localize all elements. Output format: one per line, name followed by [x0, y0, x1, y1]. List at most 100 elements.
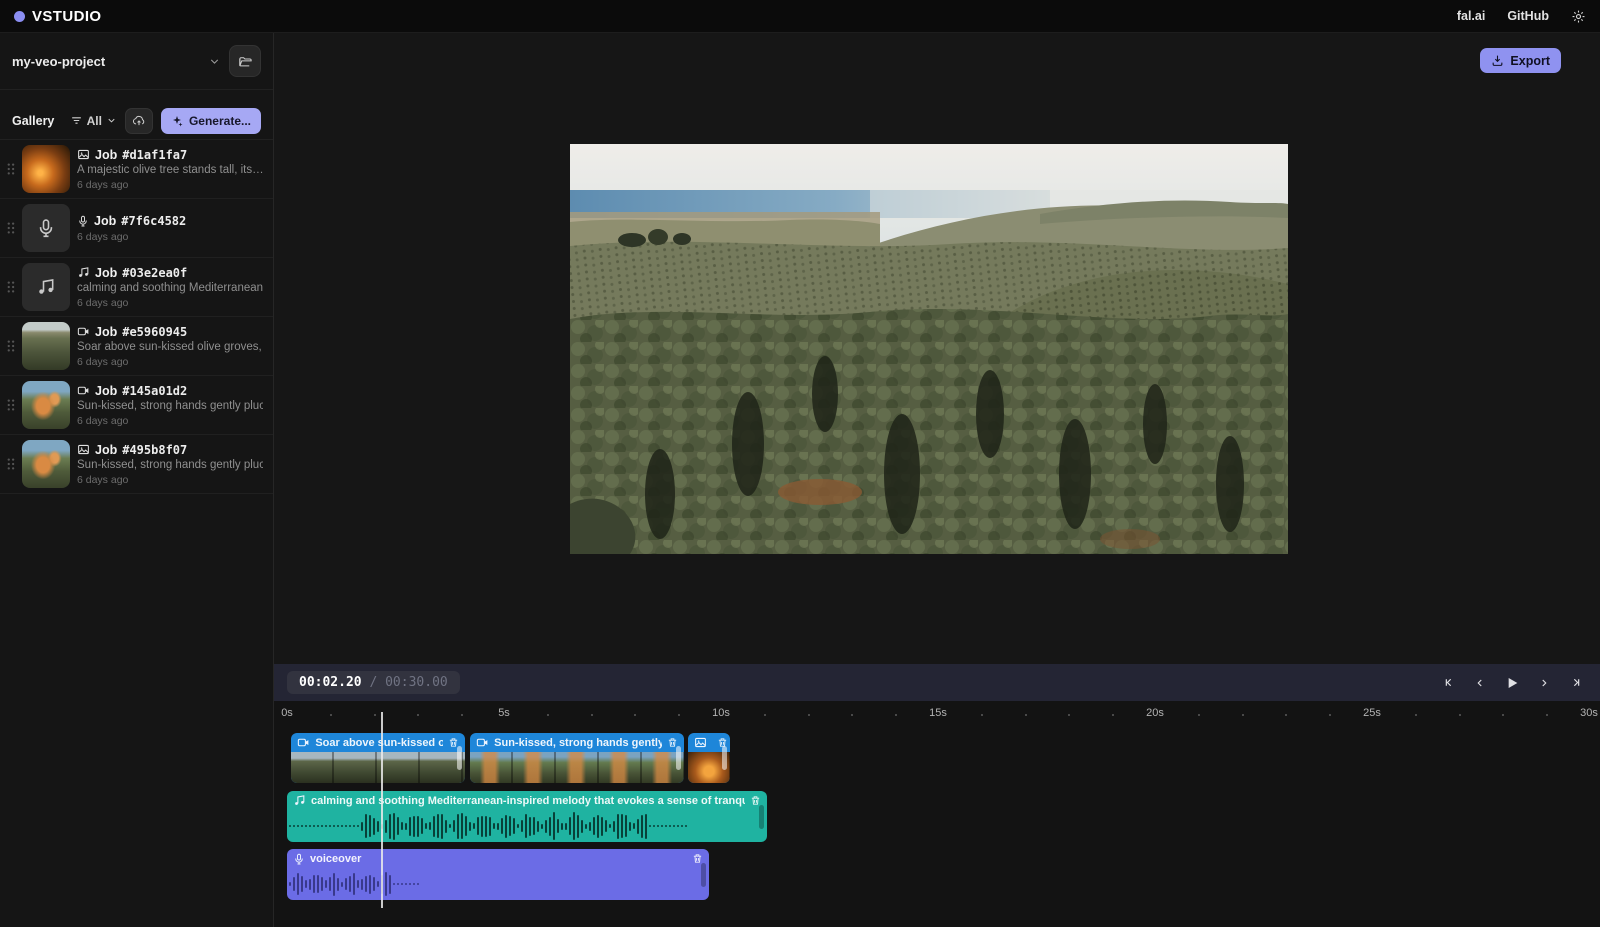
job-id: #7f6c4582	[121, 214, 186, 228]
job-thumbnail[interactable]	[22, 440, 70, 488]
play-button[interactable]	[1501, 672, 1523, 694]
gallery-title: Gallery	[12, 114, 62, 128]
drag-handle-icon[interactable]	[6, 457, 15, 471]
clip-label: calming and soothing Mediterranean-inspi…	[311, 795, 745, 807]
job-thumbnail[interactable]	[22, 322, 70, 370]
ruler-label: 30s	[1580, 707, 1598, 719]
skip-to-start-button[interactable]	[1437, 672, 1459, 694]
clip-resize-handle[interactable]	[759, 805, 764, 829]
playhead[interactable]	[381, 712, 383, 908]
video-track: Soar above sun-kissed olive Sun-kissed, …	[274, 733, 1600, 783]
ruler-tick	[1242, 714, 1244, 716]
voiceover-track: voiceover	[274, 849, 1600, 900]
generate-button[interactable]: Generate...	[161, 108, 261, 134]
job-timestamp: 6 days ago	[77, 474, 263, 486]
previous-frame-button[interactable]	[1469, 672, 1491, 694]
time-display: 00:02.20 / 00:30.00	[287, 671, 460, 694]
timeline-controls-bar: 00:02.20 / 00:30.00	[274, 664, 1600, 701]
settings-gear-icon[interactable]	[1571, 9, 1586, 24]
ruler-tick	[1415, 714, 1417, 716]
ruler-tick	[1025, 714, 1027, 716]
export-label: Export	[1510, 54, 1550, 68]
ruler-label: 0s	[281, 707, 293, 719]
next-frame-button[interactable]	[1533, 672, 1555, 694]
ruler-tick	[1068, 714, 1070, 716]
open-project-button[interactable]	[229, 45, 261, 77]
ruler-tick	[547, 714, 549, 716]
project-name[interactable]: my-veo-project	[12, 54, 200, 69]
export-button[interactable]: Export	[1480, 48, 1561, 73]
drag-handle-icon[interactable]	[6, 162, 15, 176]
job-list-item[interactable]: Job #d1af1fa7 A majestic olive tree stan…	[0, 140, 273, 199]
job-timestamp: 6 days ago	[77, 297, 263, 309]
clip-label: Soar above sun-kissed olive	[315, 737, 443, 749]
job-id: #145a01d2	[122, 384, 187, 398]
video-clip[interactable]: Soar above sun-kissed olive	[291, 733, 465, 783]
job-thumbnail[interactable]	[22, 145, 70, 193]
job-title: Job	[95, 325, 117, 339]
job-thumbnail[interactable]	[22, 381, 70, 429]
clip-label: voiceover	[310, 853, 687, 865]
video-camera-icon	[77, 325, 90, 338]
job-title: Job	[95, 266, 117, 280]
ruler-tick	[678, 714, 680, 716]
job-title: Job	[95, 443, 117, 457]
video-preview[interactable]	[570, 144, 1288, 554]
video-camera-icon	[297, 736, 310, 749]
gallery-filter-dropdown[interactable]: All	[70, 114, 117, 128]
clip-resize-handle[interactable]	[701, 863, 706, 887]
image-icon	[77, 148, 90, 161]
link-fal-ai[interactable]: fal.ai	[1457, 9, 1486, 23]
clip-resize-handle[interactable]	[676, 746, 681, 770]
job-timestamp: 6 days ago	[77, 356, 263, 368]
music-clip[interactable]: calming and soothing Mediterranean-inspi…	[287, 791, 767, 842]
drag-handle-icon[interactable]	[6, 339, 15, 353]
clip-filmstrip	[291, 752, 465, 783]
app-window: VSTUDIO fal.ai GitHub my-veo-project	[0, 0, 1600, 927]
filter-value: All	[87, 114, 102, 128]
folder-icon	[238, 54, 253, 69]
ruler-tick	[330, 714, 332, 716]
job-list-item[interactable]: Job #e5960945 Soar above sun-kissed oliv…	[0, 317, 273, 376]
chevron-down-icon	[106, 115, 117, 126]
gallery-job-list: Job #d1af1fa7 A majestic olive tree stan…	[0, 140, 273, 494]
ruler-label: 15s	[929, 707, 947, 719]
clip-resize-handle[interactable]	[722, 746, 727, 770]
logo-dot-icon	[14, 11, 25, 22]
link-github[interactable]: GitHub	[1507, 9, 1549, 23]
image-icon	[694, 736, 707, 749]
job-list-item[interactable]: Job #145a01d2 Sun-kissed, strong hands g…	[0, 376, 273, 435]
job-list-item[interactable]: Job #495b8f07 Sun-kissed, strong hands g…	[0, 435, 273, 494]
image-icon	[77, 443, 90, 456]
timeline-body[interactable]: 0s5s10s15s20s25s30s Soar above sun-kisse…	[274, 701, 1600, 927]
drag-handle-icon[interactable]	[6, 280, 15, 294]
drag-handle-icon[interactable]	[6, 221, 15, 235]
job-thumbnail[interactable]	[22, 263, 70, 311]
ruler-tick	[1198, 714, 1200, 716]
chevron-down-icon[interactable]	[208, 55, 221, 68]
job-list-item[interactable]: Job #03e2ea0f calming and soothing Medit…	[0, 258, 273, 317]
ruler-label: 10s	[712, 707, 730, 719]
video-camera-icon	[77, 384, 90, 397]
ruler-tick	[1546, 714, 1548, 716]
job-thumbnail[interactable]	[22, 204, 70, 252]
skip-to-end-button[interactable]	[1565, 672, 1587, 694]
job-timestamp: 6 days ago	[77, 415, 263, 427]
music-track: calming and soothing Mediterranean-inspi…	[274, 791, 1600, 842]
ruler-label: 20s	[1146, 707, 1164, 719]
job-list-item[interactable]: Job #7f6c4582 6 days ago	[0, 199, 273, 258]
upload-button[interactable]	[125, 108, 153, 134]
job-id: #03e2ea0f	[122, 266, 187, 280]
ruler-tick	[851, 714, 853, 716]
app-logo: VSTUDIO	[14, 8, 101, 25]
video-clip[interactable]: A	[688, 733, 729, 783]
time-separator: /	[369, 675, 385, 690]
voiceover-clip[interactable]: voiceover	[287, 849, 709, 900]
drag-handle-icon[interactable]	[6, 398, 15, 412]
microphone-icon	[77, 215, 89, 227]
ruler-tick	[981, 714, 983, 716]
main-area: Export	[274, 33, 1600, 927]
timeline-ruler[interactable]: 0s5s10s15s20s25s30s	[274, 701, 1600, 728]
video-clip[interactable]: Sun-kissed, strong hands gently plu	[470, 733, 684, 783]
clip-resize-handle[interactable]	[457, 746, 462, 770]
